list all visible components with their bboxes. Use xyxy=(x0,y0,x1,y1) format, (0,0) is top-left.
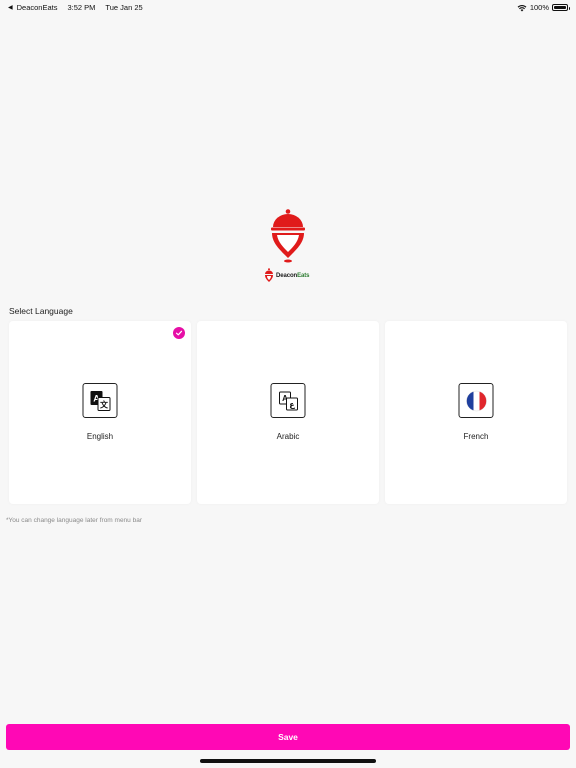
save-button[interactable]: Save xyxy=(6,724,570,750)
status-right: 100% xyxy=(517,3,570,12)
brand-suffix: Eats xyxy=(297,273,310,279)
language-label: French xyxy=(463,432,489,441)
language-card-english[interactable]: A 文 English xyxy=(9,321,191,504)
brand-logo: DeaconEats xyxy=(264,268,309,284)
translate-arabic-icon: A ع xyxy=(270,383,306,418)
svg-text:ع: ع xyxy=(289,400,295,409)
small-pin-icon xyxy=(265,268,273,282)
translate-icon: A 文 xyxy=(82,383,118,418)
status-left: ◀ DeaconEats 3:52 PM Tue Jan 25 xyxy=(8,3,143,12)
cloche-pin-icon xyxy=(271,209,305,263)
language-label: English xyxy=(86,432,114,441)
french-flag-icon xyxy=(458,383,494,418)
home-indicator[interactable] xyxy=(200,759,376,763)
status-time: 3:52 PM xyxy=(67,3,96,12)
select-language-title: Select Language xyxy=(9,306,73,316)
battery-percent: 100% xyxy=(529,3,549,12)
battery-icon xyxy=(552,4,570,11)
language-card-french[interactable]: French xyxy=(385,321,567,504)
back-app-label[interactable]: DeaconEats xyxy=(17,3,58,12)
status-date: Tue Jan 25 xyxy=(105,3,143,12)
brand-name: DeaconEats xyxy=(276,273,309,279)
wifi-icon xyxy=(517,4,527,11)
language-options: A 文 English A ع Arabic French xyxy=(9,321,567,504)
back-arrow-icon[interactable]: ◀ xyxy=(8,4,13,11)
language-label: Arabic xyxy=(276,432,300,441)
svg-text:文: 文 xyxy=(100,399,109,409)
app-logo xyxy=(268,208,308,264)
status-bar: ◀ DeaconEats 3:52 PM Tue Jan 25 100% xyxy=(0,0,576,14)
language-card-arabic[interactable]: A ع Arabic xyxy=(197,321,379,504)
selected-check-icon xyxy=(173,327,185,339)
brand-prefix: Deacon xyxy=(276,273,298,279)
language-note: *You can change language later from menu… xyxy=(6,517,142,524)
